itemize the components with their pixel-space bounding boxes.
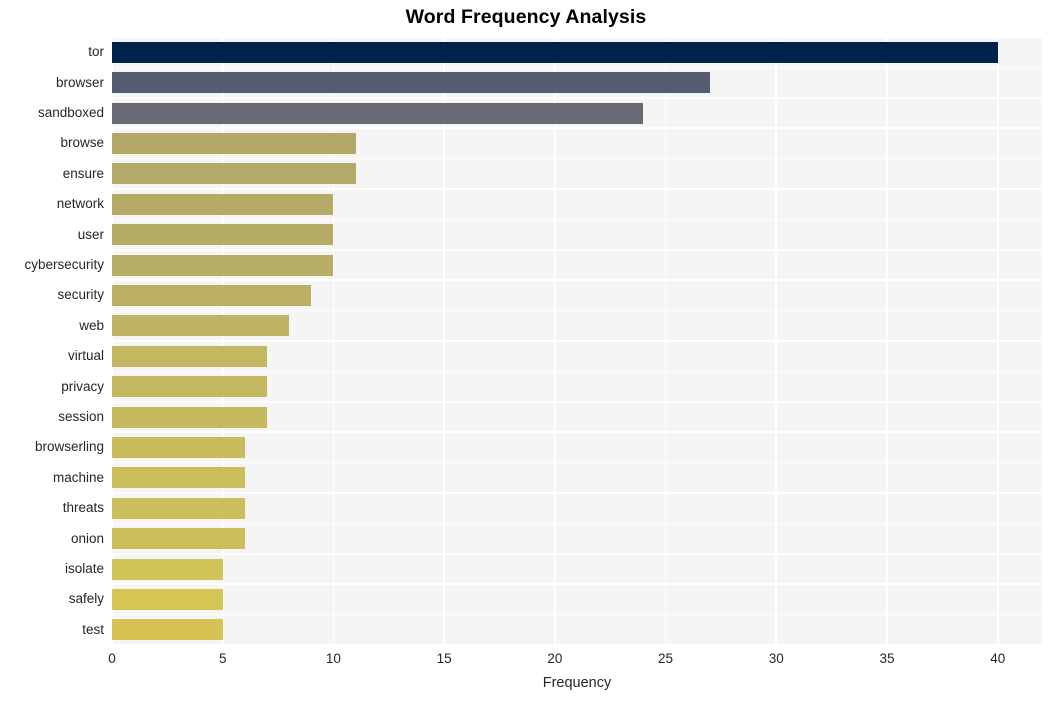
horizontal-gridline xyxy=(112,97,1042,99)
x-axis-tick-label: 25 xyxy=(658,651,674,666)
chart-title: Word Frequency Analysis xyxy=(405,6,647,28)
horizontal-gridline xyxy=(112,279,1042,281)
y-axis-tick-label: user xyxy=(77,226,104,242)
horizontal-gridline xyxy=(112,37,1042,38)
bar xyxy=(112,528,245,550)
bar xyxy=(112,315,290,337)
vertical-gridline xyxy=(443,37,445,645)
y-axis-tick-label: browser xyxy=(55,74,104,90)
y-axis-tick-label: safely xyxy=(68,591,104,607)
bar xyxy=(112,619,223,641)
y-axis-tick-label: onion xyxy=(70,530,104,546)
x-axis-tick-label: 0 xyxy=(108,651,116,666)
bar xyxy=(112,345,267,367)
y-axis-tick-label: privacy xyxy=(61,378,104,394)
bar xyxy=(112,467,245,489)
horizontal-gridline xyxy=(112,401,1042,403)
horizontal-gridline xyxy=(112,218,1042,221)
bar xyxy=(112,72,710,94)
vertical-gridline xyxy=(775,37,778,645)
y-axis-tick-label: session xyxy=(58,409,104,424)
chart-figure: Word Frequency Analysis tor browser sandbo… xyxy=(0,0,1052,701)
y-axis-tick-label: web xyxy=(79,317,104,333)
horizontal-gridline xyxy=(112,127,1042,129)
y-axis-tick-label: security xyxy=(57,287,104,303)
x-axis-title: Frequency xyxy=(542,675,612,691)
bar xyxy=(112,224,334,246)
y-axis-tick-label: ensure xyxy=(62,165,104,181)
y-axis-tick-label: browserling xyxy=(34,439,104,455)
bar xyxy=(112,254,334,276)
y-axis-tick-label: browse xyxy=(60,135,104,151)
horizontal-gridline xyxy=(112,249,1042,251)
x-axis-tick-label: 35 xyxy=(879,651,895,666)
horizontal-gridline xyxy=(112,492,1042,494)
y-axis-tick-label: test xyxy=(82,621,104,637)
bar xyxy=(112,41,998,63)
y-axis-tick-label: tor xyxy=(88,44,104,60)
bar xyxy=(112,376,267,398)
vertical-gridline xyxy=(664,37,667,645)
y-axis-tick-label: threats xyxy=(62,500,104,516)
vertical-gridline xyxy=(996,37,999,645)
y-axis-tick-label: machine xyxy=(52,469,104,485)
plot-area xyxy=(112,37,1042,645)
vertical-gridline xyxy=(554,37,556,645)
y-axis-tick-label: virtual xyxy=(67,348,104,364)
x-axis-tick-label: 30 xyxy=(768,651,784,666)
horizontal-gridline xyxy=(112,613,1042,616)
x-axis-tick-labels: 0 5 10 15 20 25 30 35 40 xyxy=(0,651,1052,673)
horizontal-gridline xyxy=(112,370,1042,373)
y-axis-tick-label: cybersecurity xyxy=(24,257,104,272)
horizontal-gridline xyxy=(112,188,1042,190)
vertical-gridline xyxy=(332,37,335,645)
vertical-gridline xyxy=(112,37,113,645)
y-axis-tick-label: sandboxed xyxy=(37,105,104,120)
x-axis-tick-label: 20 xyxy=(547,651,563,666)
horizontal-gridline xyxy=(112,431,1042,433)
horizontal-gridline xyxy=(112,309,1042,312)
vertical-gridline xyxy=(886,37,888,645)
bar xyxy=(112,193,334,215)
horizontal-gridline xyxy=(112,553,1042,555)
x-axis-tick-label: 15 xyxy=(436,651,452,666)
y-axis-tick-labels: tor browser sandboxed browse ensure network us… xyxy=(0,37,104,645)
horizontal-gridline xyxy=(112,583,1042,585)
horizontal-gridline xyxy=(112,461,1042,464)
horizontal-gridline xyxy=(112,340,1042,342)
bar xyxy=(112,163,356,185)
x-axis-tick-label: 10 xyxy=(325,651,341,666)
horizontal-gridline xyxy=(112,66,1042,69)
vertical-gridline xyxy=(221,37,224,645)
bar xyxy=(112,406,267,428)
y-axis-tick-label: isolate xyxy=(64,561,104,576)
bar xyxy=(112,102,644,124)
bar xyxy=(112,284,312,306)
bar xyxy=(112,497,245,519)
horizontal-gridline xyxy=(112,157,1042,160)
bar xyxy=(112,132,356,154)
horizontal-gridline xyxy=(112,644,1042,645)
bar xyxy=(112,588,223,610)
x-axis-tick-label: 40 xyxy=(990,651,1006,666)
bar xyxy=(112,436,245,458)
horizontal-gridline xyxy=(112,522,1042,525)
bar xyxy=(112,558,223,580)
x-axis-tick-label: 5 xyxy=(218,651,227,666)
y-axis-tick-label: network xyxy=(56,196,104,212)
